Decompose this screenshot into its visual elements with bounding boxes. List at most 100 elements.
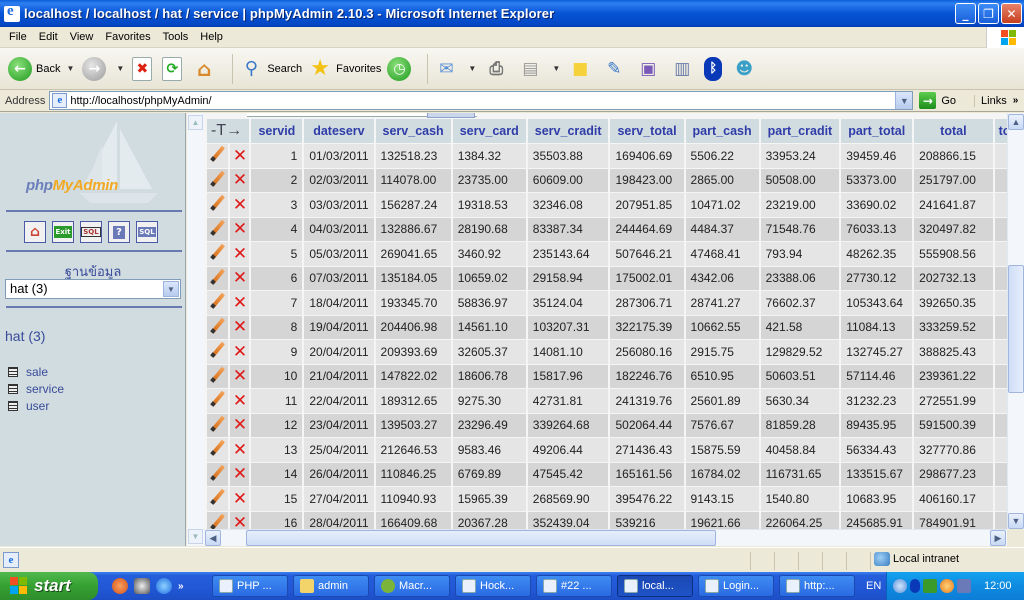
- left-frame-scrollbar[interactable]: ▲ ▼: [187, 113, 204, 546]
- horizontal-scrollbar[interactable]: ◀ ▶: [204, 529, 1007, 546]
- vertical-scrollbar[interactable]: ▲ ▼: [1007, 113, 1024, 530]
- edit-button[interactable]: [207, 340, 229, 364]
- column-header[interactable]: serv_card: [452, 119, 526, 143]
- address-dropdown-icon[interactable]: ▼: [895, 92, 913, 109]
- edit-button[interactable]: [207, 193, 229, 217]
- pencil-icon[interactable]: [209, 243, 227, 261]
- column-header[interactable]: dateserv: [304, 119, 374, 143]
- pencil-icon[interactable]: [209, 390, 227, 408]
- edit-button[interactable]: [207, 144, 229, 168]
- database-select[interactable]: hat (3) ▼: [5, 279, 181, 299]
- taskbar-button[interactable]: Macr...: [374, 575, 450, 597]
- taskbar-button[interactable]: local...: [617, 575, 693, 597]
- scroll-right-icon[interactable]: ▶: [990, 530, 1006, 546]
- pencil-icon[interactable]: [209, 219, 227, 237]
- table-name[interactable]: sale: [26, 365, 48, 379]
- delete-button[interactable]: ✕: [230, 266, 250, 290]
- stop-button[interactable]: ✖: [132, 56, 156, 81]
- delete-button[interactable]: ✕: [230, 438, 250, 462]
- delete-x-icon[interactable]: ✕: [233, 464, 247, 484]
- delete-x-icon[interactable]: ✕: [233, 244, 247, 264]
- scroll-up-icon[interactable]: ▲: [188, 115, 203, 130]
- taskbar-button[interactable]: Hock...: [455, 575, 531, 597]
- taskbar-button[interactable]: http:...: [779, 575, 855, 597]
- delete-x-icon[interactable]: ✕: [233, 170, 247, 190]
- taskbar-button[interactable]: #22 ...: [536, 575, 612, 597]
- delete-x-icon[interactable]: ✕: [233, 342, 247, 362]
- pencil-icon[interactable]: [209, 317, 227, 335]
- edit-dropdown-icon[interactable]: ▼: [552, 64, 560, 73]
- menu-help[interactable]: Help: [195, 31, 230, 43]
- table-icon[interactable]: [8, 366, 18, 377]
- research-button[interactable]: ▥: [670, 57, 698, 81]
- scrollbar-thumb[interactable]: [246, 530, 716, 546]
- links-button[interactable]: Links »: [974, 94, 1018, 107]
- edit-button[interactable]: [207, 217, 229, 241]
- delete-button[interactable]: ✕: [230, 364, 250, 388]
- edit-button[interactable]: [207, 438, 229, 462]
- bluetooth-button[interactable]: ᛒ: [704, 56, 726, 81]
- delete-x-icon[interactable]: ✕: [233, 146, 247, 166]
- sql-query-icon[interactable]: SQL: [80, 221, 102, 243]
- minimize-button[interactable]: _: [955, 3, 976, 24]
- pencil-icon[interactable]: [209, 464, 227, 482]
- taskbar-button[interactable]: Login...: [698, 575, 774, 597]
- delete-button[interactable]: ✕: [230, 168, 250, 192]
- home-button[interactable]: ⌂: [192, 57, 220, 81]
- table-name[interactable]: service: [26, 382, 64, 396]
- delete-x-icon[interactable]: ✕: [233, 268, 247, 288]
- quicklaunch-chevron-icon[interactable]: »: [178, 581, 184, 592]
- menu-tools[interactable]: Tools: [158, 31, 196, 43]
- menu-view[interactable]: View: [65, 31, 101, 43]
- tray-device-icon[interactable]: [923, 579, 937, 593]
- pencil-icon[interactable]: [209, 194, 227, 212]
- database-title-link[interactable]: hat (3): [5, 328, 45, 344]
- mail-button[interactable]: ✉: [434, 57, 462, 81]
- delete-x-icon[interactable]: ✕: [233, 489, 247, 509]
- delete-button[interactable]: ✕: [230, 242, 250, 266]
- column-header[interactable]: part_cradit: [760, 119, 840, 143]
- tray-app-icon[interactable]: [940, 579, 954, 593]
- scroll-down-icon[interactable]: ▼: [1008, 513, 1024, 529]
- menu-file[interactable]: File: [4, 31, 34, 43]
- delete-button[interactable]: ✕: [230, 487, 250, 511]
- scroll-left-icon[interactable]: ◀: [205, 530, 221, 546]
- chevron-down-icon[interactable]: ▼: [163, 281, 179, 297]
- history-button[interactable]: ◷: [387, 56, 415, 81]
- column-header[interactable]: serv_cradit: [527, 119, 609, 143]
- pencil-icon[interactable]: [209, 341, 227, 359]
- menu-favorites[interactable]: Favorites: [100, 31, 157, 43]
- msn-button[interactable]: ☻: [732, 57, 760, 81]
- print-button[interactable]: ⎙: [484, 57, 512, 81]
- table-item-sale[interactable]: sale: [8, 363, 64, 380]
- sort-arrows-header[interactable]: -T→: [207, 119, 250, 143]
- edit-button[interactable]: [207, 413, 229, 437]
- taskbar-button[interactable]: admin: [293, 575, 369, 597]
- edit-button[interactable]: [207, 462, 229, 486]
- delete-x-icon[interactable]: ✕: [233, 366, 247, 386]
- restore-button[interactable]: ❐: [978, 3, 999, 24]
- scrollbar-thumb[interactable]: [1008, 265, 1024, 393]
- table-name[interactable]: user: [26, 399, 49, 413]
- tray-expand-icon[interactable]: [893, 579, 907, 593]
- delete-x-icon[interactable]: ✕: [233, 317, 247, 337]
- delete-button[interactable]: ✕: [230, 217, 250, 241]
- pencil-icon[interactable]: [209, 488, 227, 506]
- delete-button[interactable]: ✕: [230, 144, 250, 168]
- delete-button[interactable]: ✕: [230, 462, 250, 486]
- go-button[interactable]: → Go: [919, 92, 956, 109]
- table-icon[interactable]: [8, 400, 18, 411]
- exit-icon[interactable]: Exit: [52, 221, 74, 243]
- edit-button[interactable]: [207, 242, 229, 266]
- pencil-icon[interactable]: [209, 170, 227, 188]
- delete-button[interactable]: ✕: [230, 389, 250, 413]
- edit-button[interactable]: [207, 487, 229, 511]
- messenger-button[interactable]: ▣: [636, 57, 664, 81]
- scroll-up-icon[interactable]: ▲: [1008, 114, 1024, 130]
- delete-x-icon[interactable]: ✕: [233, 219, 247, 239]
- table-item-user[interactable]: user: [8, 397, 64, 414]
- delete-x-icon[interactable]: ✕: [233, 415, 247, 435]
- tray-bluetooth-icon[interactable]: [910, 579, 920, 593]
- help-icon[interactable]: ?: [108, 221, 130, 243]
- delete-button[interactable]: ✕: [230, 193, 250, 217]
